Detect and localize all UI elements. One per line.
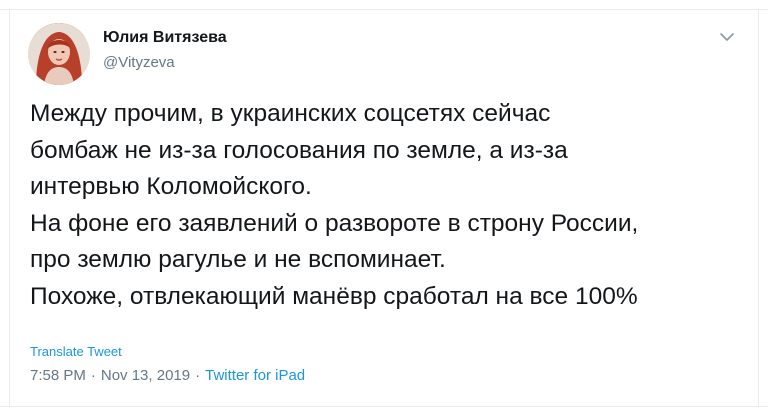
- avatar[interactable]: [28, 23, 90, 85]
- tweet-card: Юлия Витязева @Vityzeva Между прочим, в …: [0, 0, 768, 414]
- avatar-image: [28, 23, 90, 85]
- card-border-left: [9, 9, 10, 406]
- tweet-meta: 7:58 PM · Nov 13, 2019 · Twitter for iPad: [30, 367, 305, 384]
- chevron-down-icon[interactable]: [718, 30, 736, 44]
- display-name[interactable]: Юлия Витязева: [103, 29, 227, 47]
- card-border-bottom: [0, 406, 768, 407]
- tweet-text-line: Похоже, отвлекающий манёвр сработал на в…: [30, 282, 638, 310]
- tweet-text-line: интервью Коломойского.: [30, 173, 312, 200]
- tweet-text-line: бомбаж не из-за голосования по земле, а …: [30, 136, 568, 164]
- meta-separator: ·: [195, 367, 201, 384]
- tweet-date[interactable]: Nov 13, 2019: [101, 367, 190, 384]
- translate-tweet-link[interactable]: Translate Tweet: [30, 344, 122, 359]
- tweet-text: Между прочим, в украинских соцсетях сейч…: [30, 96, 750, 315]
- tweet-text-line: Между прочим, в украинских соцсетях сейч…: [30, 100, 551, 127]
- tweet-text-line: про землю рагулье и не вспоминает.: [30, 246, 446, 273]
- card-border-right: [758, 9, 759, 406]
- card-border-top: [0, 9, 768, 10]
- tweet-time[interactable]: 7:58 PM: [30, 367, 86, 384]
- meta-separator: ·: [90, 367, 96, 384]
- tweet-text-line: На фоне его заявлений о развороте в стро…: [30, 209, 639, 237]
- tweet-source-link[interactable]: Twitter for iPad: [205, 367, 305, 384]
- user-handle[interactable]: @Vityzeva: [103, 54, 175, 71]
